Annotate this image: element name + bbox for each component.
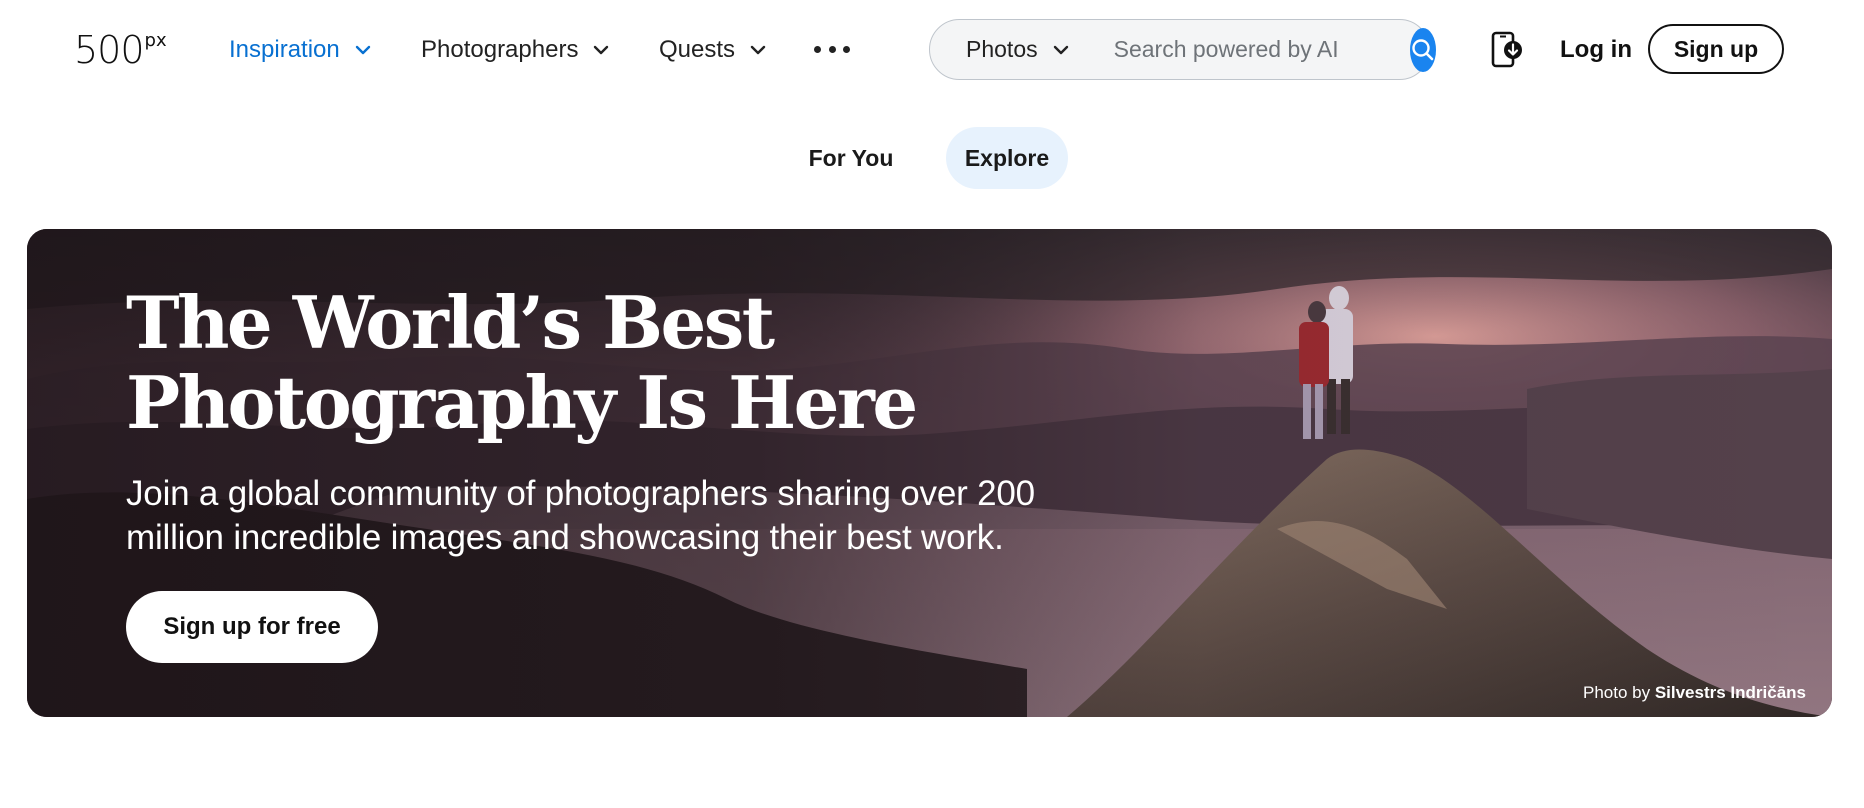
photo-credit: Photo by Silvestrs Indričāns [1583, 683, 1806, 703]
site-logo[interactable]: 500 px [74, 30, 167, 70]
chevron-down-icon [1052, 41, 1070, 59]
hero-subtitle-line: million incredible images and showcasing… [126, 518, 1004, 557]
nav-quests[interactable]: Quests [659, 34, 767, 66]
logo-sup: px [144, 30, 167, 51]
hero-subtitle-line: Join a global community of photographers… [126, 474, 1035, 513]
logo-main: 500 [74, 28, 145, 72]
signup-free-button[interactable]: Sign up for free [126, 591, 378, 663]
phone-download-icon[interactable] [1490, 31, 1524, 69]
search-button[interactable] [1409, 27, 1436, 72]
tab-explore[interactable]: Explore [946, 127, 1068, 189]
search-icon [1411, 38, 1433, 60]
hero-title-line: Photography Is Here [126, 360, 918, 445]
nav-photographers-label: Photographers [421, 36, 579, 63]
photo-credit-name[interactable]: Silvestrs Indričāns [1655, 683, 1806, 702]
login-link[interactable]: Log in [1560, 34, 1632, 66]
more-dots-icon[interactable] [814, 36, 850, 62]
chevron-down-icon [749, 41, 767, 59]
search-type-label: Photos [966, 36, 1038, 62]
hero-banner: The World’s Best Photography Is Here Joi… [27, 229, 1832, 717]
signup-button[interactable]: Sign up [1648, 24, 1784, 74]
dot [814, 45, 821, 53]
nav-inspiration-label: Inspiration [229, 36, 340, 63]
search-type-dropdown[interactable]: Photos [930, 20, 1090, 79]
chevron-down-icon [592, 41, 610, 59]
dot [828, 45, 836, 53]
dot [843, 45, 850, 53]
hero-title-line: The World’s Best [126, 280, 775, 365]
search-input[interactable] [1089, 20, 1410, 79]
top-header: 500 px Inspiration Photographers Quests … [0, 0, 1864, 100]
search-bar: Photos [929, 19, 1436, 80]
hero-subtitle: Join a global community of photographers… [126, 472, 1106, 560]
hero-title: The World’s Best Photography Is Here [126, 283, 1026, 443]
chevron-down-icon [354, 41, 372, 59]
photo-credit-prefix: Photo by [1582, 683, 1655, 702]
nav-quests-label: Quests [659, 36, 736, 63]
nav-inspiration[interactable]: Inspiration [229, 34, 372, 66]
nav-photographers[interactable]: Photographers [421, 34, 610, 66]
tab-for-you[interactable]: For You [792, 127, 910, 189]
